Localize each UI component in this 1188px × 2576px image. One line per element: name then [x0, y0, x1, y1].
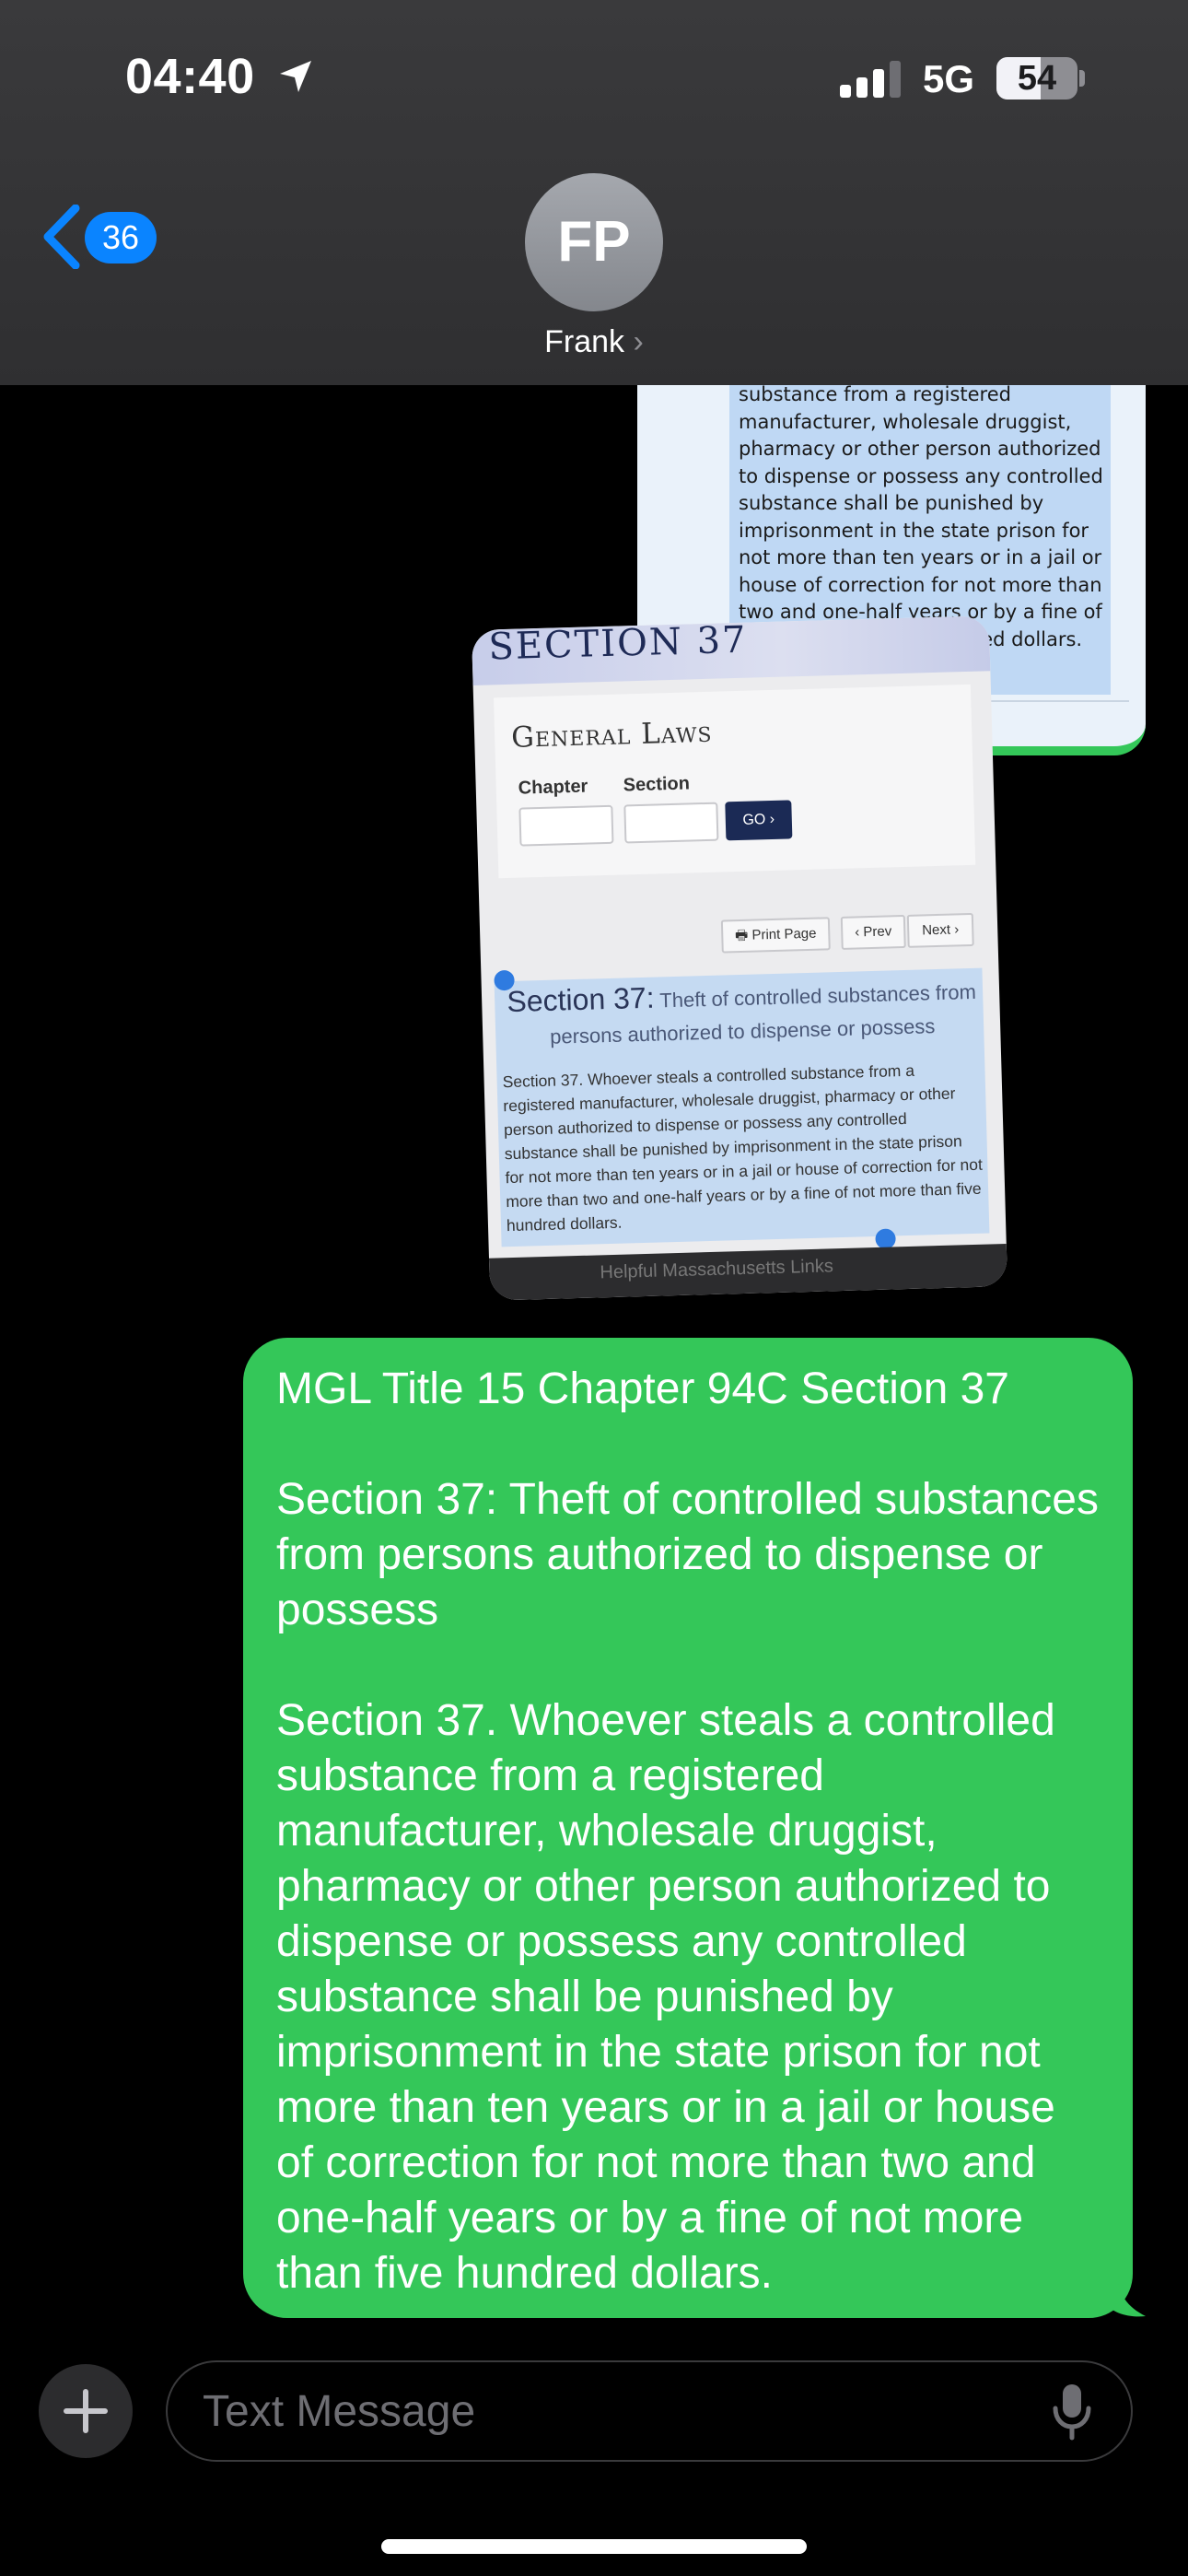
- go-button: GO ›: [725, 800, 793, 841]
- chevron-right-icon: ›: [633, 324, 644, 359]
- screenshot-text: substance from a registered manufacturer…: [739, 383, 1103, 650]
- section-input: [623, 802, 719, 844]
- conversation-header: 04:40 5G 54 36 FP Frank ›: [0, 0, 1188, 385]
- banner-text: SECTION 37: [487, 618, 749, 669]
- outgoing-message-bubble[interactable]: MGL Title 15 Chapter 94C Section 37 Sect…: [243, 1338, 1133, 2318]
- network-type: 5G: [923, 57, 975, 100]
- chapter-label: Chapter: [518, 776, 588, 799]
- bubble-tail: [1105, 2276, 1146, 2317]
- home-indicator: [381, 2539, 807, 2554]
- contact-name-label: Frank: [544, 324, 625, 359]
- section-heading-number: Section 37:: [506, 980, 656, 1019]
- next-button: Next ›: [906, 912, 974, 948]
- screenshot-attachment-bottom[interactable]: SECTION 37 General Laws Chapter Section …: [471, 615, 1008, 1301]
- contact-name[interactable]: Frank ›: [479, 324, 709, 360]
- section-heading: Section 37: Theft of controlled substanc…: [502, 972, 983, 1055]
- section-label: Section: [623, 773, 691, 796]
- plus-icon: [64, 2389, 108, 2433]
- status-time: 04:40: [125, 49, 255, 104]
- microphone-icon[interactable]: [1052, 2383, 1092, 2441]
- message-line-body: Section 37. Whoever steals a controlled …: [276, 1696, 1055, 2298]
- prev-button: ‹ Prev: [840, 914, 906, 950]
- message-input-field[interactable]: [166, 2360, 1133, 2462]
- battery-nub: [1079, 70, 1085, 87]
- section-body: Section 37. Whoever steals a controlled …: [502, 1060, 984, 1235]
- message-line-title: MGL Title 15 Chapter 94C Section 37: [276, 1364, 1009, 1413]
- chapter-input: [518, 804, 614, 847]
- battery-icon: 54: [996, 57, 1077, 100]
- battery-level: 54: [1017, 59, 1057, 98]
- chevron-left-icon[interactable]: [41, 205, 81, 269]
- add-attachment-button[interactable]: [39, 2364, 133, 2458]
- message-input[interactable]: [203, 2362, 1031, 2460]
- contact-avatar[interactable]: FP: [525, 173, 663, 311]
- location-arrow-icon: [280, 61, 311, 92]
- print-page-button: 🖶 Print Page: [720, 917, 831, 954]
- message-line-heading: Section 37: Theft of controlled substanc…: [276, 1475, 1099, 1634]
- general-laws-title: General Laws: [510, 715, 713, 755]
- cellular-signal-icon: [840, 61, 901, 98]
- back-unread-badge[interactable]: 36: [85, 212, 157, 263]
